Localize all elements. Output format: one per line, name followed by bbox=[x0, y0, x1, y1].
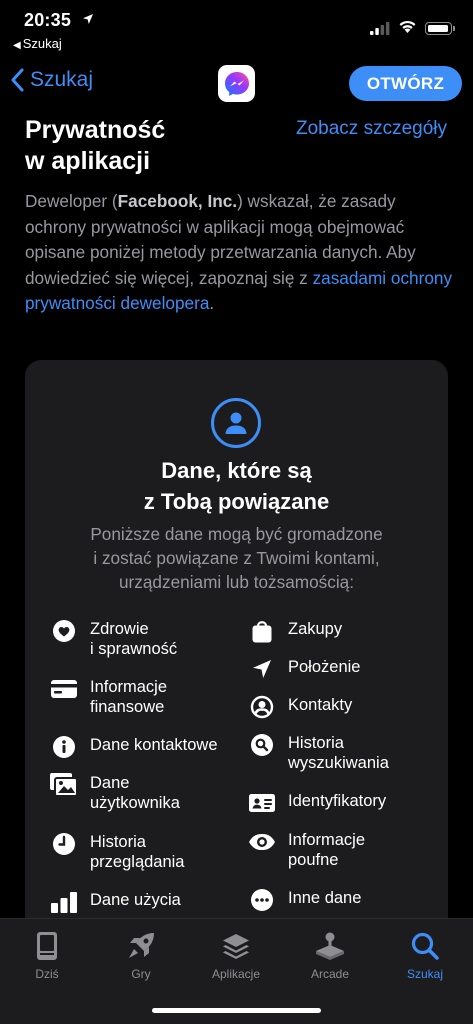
card-title-line-1: Dane, które są bbox=[161, 458, 312, 483]
data-type-purchases: Zakupy bbox=[248, 619, 342, 643]
card-subtitle-line-3: urządzeniami lub tożsamością: bbox=[118, 572, 354, 592]
nav-back-label: Szukaj bbox=[30, 68, 94, 91]
eye-icon bbox=[248, 830, 276, 854]
data-type-user-content: Dane użytkownika bbox=[50, 773, 180, 813]
person-icon bbox=[211, 398, 261, 448]
data-type-label: Informacje finansowe bbox=[90, 678, 168, 716]
data-type-label: Zdrowie i sprawność bbox=[90, 620, 178, 658]
tab-search[interactable]: Szukaj bbox=[380, 929, 470, 981]
developer-name: Facebook, Inc. bbox=[117, 191, 238, 211]
data-type-label: Inne dane bbox=[288, 889, 362, 907]
joystick-icon bbox=[316, 932, 344, 960]
more-circle-icon bbox=[248, 888, 276, 912]
cellular-signal-icon bbox=[370, 22, 390, 35]
tab-label: Aplikacje bbox=[211, 967, 261, 981]
data-type-health: Zdrowie i sprawność bbox=[50, 619, 177, 659]
nav-back-button[interactable]: Szukaj bbox=[10, 68, 93, 92]
tab-label: Arcade bbox=[310, 967, 350, 981]
privacy-section-title: Prywatność w aplikacji bbox=[25, 115, 165, 177]
privacy-description: Deweloper (Facebook, Inc.) wskazał, że z… bbox=[25, 189, 455, 317]
tab-label: Szukaj bbox=[406, 967, 444, 981]
tab-apps[interactable]: Aplikacje bbox=[191, 929, 281, 981]
desc-suffix: . bbox=[209, 293, 215, 313]
tab-label: Gry bbox=[131, 967, 151, 981]
data-type-label: Dane użytkownika bbox=[90, 774, 180, 812]
card-subtitle-line-2: i zostać powiązane z Twoimi kontami, bbox=[93, 548, 380, 568]
location-services-icon bbox=[83, 14, 93, 24]
home-indicator[interactable] bbox=[152, 1008, 321, 1013]
open-app-button[interactable]: OTWÓRZ bbox=[349, 66, 462, 101]
heart-icon bbox=[50, 619, 78, 643]
data-type-label: Położenie bbox=[288, 658, 361, 676]
tab-arcade[interactable]: Arcade bbox=[285, 929, 375, 981]
photos-icon bbox=[50, 773, 78, 797]
privacy-title-line-2: w aplikacji bbox=[25, 147, 151, 175]
bar-chart-icon bbox=[50, 890, 78, 914]
data-type-location: Położenie bbox=[248, 657, 360, 681]
see-details-link[interactable]: Zobacz szczegóły bbox=[296, 118, 447, 140]
data-type-other-data: Inne dane bbox=[248, 888, 361, 912]
clock-icon bbox=[50, 832, 78, 856]
card-title: Dane, które są z Tobą powiązane bbox=[25, 455, 448, 517]
data-type-contacts: Kontakty bbox=[248, 695, 352, 719]
id-card-icon bbox=[248, 791, 276, 815]
rocket-icon bbox=[129, 933, 154, 958]
data-type-label: Historia przeglądania bbox=[90, 833, 185, 871]
credit-card-icon bbox=[50, 677, 78, 701]
messenger-app-icon bbox=[218, 65, 255, 102]
location-arrow-icon bbox=[248, 657, 276, 681]
data-type-label: Identyfikatory bbox=[288, 792, 387, 810]
search-icon bbox=[411, 932, 439, 960]
card-title-line-2: z Tobą powiązane bbox=[143, 489, 330, 514]
info-icon bbox=[50, 735, 78, 759]
card-subtitle-line-1: Poniższe dane mogą być gromadzone bbox=[90, 524, 383, 544]
data-type-label: Zakupy bbox=[288, 620, 343, 638]
data-type-sensitive-info: Informacje poufne bbox=[248, 830, 365, 870]
data-type-label: Dane kontaktowe bbox=[90, 736, 218, 754]
chevron-left-icon bbox=[11, 68, 24, 92]
wifi-icon bbox=[399, 20, 416, 33]
back-to-app-link[interactable]: ◀ Szukaj bbox=[13, 36, 62, 51]
tab-label: Dziś bbox=[35, 967, 59, 981]
data-type-label: Dane użycia bbox=[90, 891, 181, 909]
today-icon bbox=[37, 932, 57, 960]
status-bar: 20:35 ◀ Szukaj bbox=[0, 0, 473, 56]
layers-icon bbox=[223, 934, 249, 959]
desc-prefix: Deweloper ( bbox=[25, 191, 118, 211]
person-circle-icon bbox=[248, 695, 276, 719]
data-type-financial: Informacje finansowe bbox=[50, 677, 167, 717]
shopping-bag-icon bbox=[248, 619, 276, 643]
data-type-usage-data: Dane użycia bbox=[50, 890, 181, 914]
data-type-identifiers: Identyfikatory bbox=[248, 791, 386, 815]
data-type-label: Informacje poufne bbox=[288, 831, 366, 869]
data-type-label: Historia wyszukiwania bbox=[288, 734, 389, 772]
tab-games[interactable]: Gry bbox=[96, 929, 186, 981]
privacy-title-line-1: Prywatność bbox=[25, 116, 166, 144]
status-time: 20:35 bbox=[24, 10, 72, 30]
battery-icon bbox=[425, 22, 455, 35]
back-to-app-label: Szukaj bbox=[22, 36, 62, 51]
search-circle-icon bbox=[248, 733, 276, 757]
data-type-browsing-history: Historia przeglądania bbox=[50, 832, 185, 872]
tab-today[interactable]: Dziś bbox=[2, 929, 92, 981]
data-type-label: Kontakty bbox=[288, 696, 353, 714]
data-type-contact-info: Dane kontaktowe bbox=[50, 735, 218, 759]
card-subtitle: Poniższe dane mogą być gromadzone i zost… bbox=[25, 522, 448, 594]
data-type-search-history: Historia wyszukiwania bbox=[248, 733, 389, 773]
